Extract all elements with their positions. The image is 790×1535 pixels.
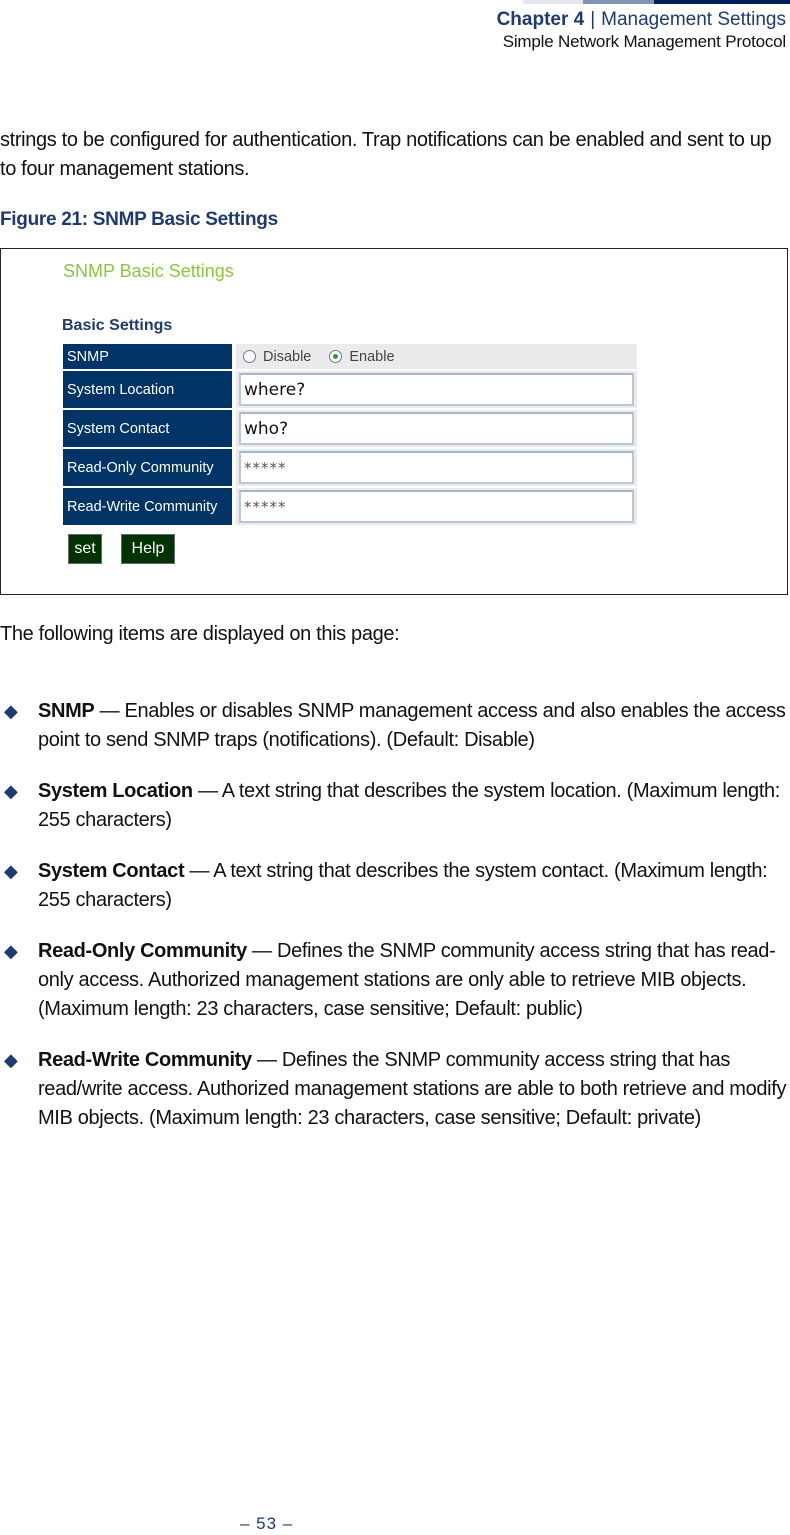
header-bar-dark <box>654 0 790 4</box>
section-heading: Basic Settings <box>62 317 173 334</box>
intro-paragraph: strings to be configured for authenticat… <box>0 129 772 180</box>
snmp-enable-radio[interactable]: Enable <box>329 348 395 365</box>
radio-unchecked-icon <box>243 350 256 363</box>
system-location-input[interactable]: where? <box>239 373 634 406</box>
form-row-read-only-community: Read-Only Community ***** <box>63 448 637 487</box>
diamond-bullet-icon: ◆ <box>4 1050 18 1070</box>
radio-checked-icon <box>329 350 343 363</box>
disable-label: Disable <box>263 348 312 365</box>
help-button[interactable]: Help <box>121 534 175 564</box>
system-contact-label: System Contact <box>63 410 232 447</box>
settings-form: SNMP Disable Enable System Location wher… <box>63 343 637 526</box>
running-head: Chapter 4 | Management Settings Simple Net… <box>496 8 787 52</box>
read-write-community-input[interactable]: ***** <box>239 490 634 523</box>
lead-paragraph: The following items are displayed on thi… <box>0 623 400 645</box>
system-location-label: System Location <box>63 371 232 408</box>
list-item: ◆ System Contact — A text string that des… <box>0 857 790 915</box>
form-row-system-location: System Location where? <box>63 370 637 409</box>
figure-caption: Figure 21: SNMP Basic Settings <box>0 209 278 230</box>
diamond-bullet-icon: ◆ <box>4 861 18 881</box>
item-term: System Contact <box>38 860 185 882</box>
item-term: Read-Write Community <box>38 1049 252 1071</box>
item-description: — Enables or disables SNMP management ac… <box>38 700 786 751</box>
enable-label: Enable <box>349 348 395 365</box>
read-write-community-label: Read-Write Community <box>63 488 232 525</box>
form-row-snmp: SNMP Disable Enable <box>63 343 637 370</box>
item-list: ◆ SNMP — Enables or disables SNMP managem… <box>0 697 790 1155</box>
header-separator: | <box>590 9 596 30</box>
header-bar-mid <box>583 0 654 4</box>
snmp-radio-group: Disable Enable <box>236 344 637 369</box>
page-number: – 53 – <box>240 1514 294 1533</box>
list-item: ◆ Read-Only Community — Defines the SNMP … <box>0 937 790 1024</box>
chapter-label: Chapter 4 <box>496 9 585 30</box>
form-buttons: set Help <box>68 534 175 564</box>
panel-title: SNMP Basic Settings <box>63 261 234 281</box>
subsection-label: Simple Network Management Protocol <box>502 32 786 51</box>
header-bar-light <box>523 0 583 4</box>
diamond-bullet-icon: ◆ <box>4 701 18 721</box>
read-only-community-label: Read-Only Community <box>63 449 232 486</box>
diamond-bullet-icon: ◆ <box>4 781 18 801</box>
item-term: Read-Only Community <box>38 940 247 962</box>
diamond-bullet-icon: ◆ <box>4 941 18 961</box>
read-only-community-input[interactable]: ***** <box>239 451 634 484</box>
snmp-label: SNMP <box>63 344 232 369</box>
form-row-read-write-community: Read-Write Community ***** <box>63 487 637 526</box>
list-item: ◆ SNMP — Enables or disables SNMP managem… <box>0 697 790 755</box>
list-item: ◆ System Location — A text string that de… <box>0 777 790 835</box>
snmp-disable-radio[interactable]: Disable <box>243 349 311 365</box>
system-contact-input[interactable]: who? <box>239 412 634 445</box>
set-button[interactable]: set <box>68 534 102 564</box>
form-row-system-contact: System Contact who? <box>63 409 637 448</box>
figure-screenshot: SNMP Basic Settings Basic Settings SNMP … <box>0 248 788 595</box>
item-term: SNMP <box>38 700 95 722</box>
section-label: Management Settings <box>601 9 786 30</box>
list-item: ◆ Read-Write Community — Defines the SNMP… <box>0 1046 790 1133</box>
item-term: System Location <box>38 780 193 802</box>
